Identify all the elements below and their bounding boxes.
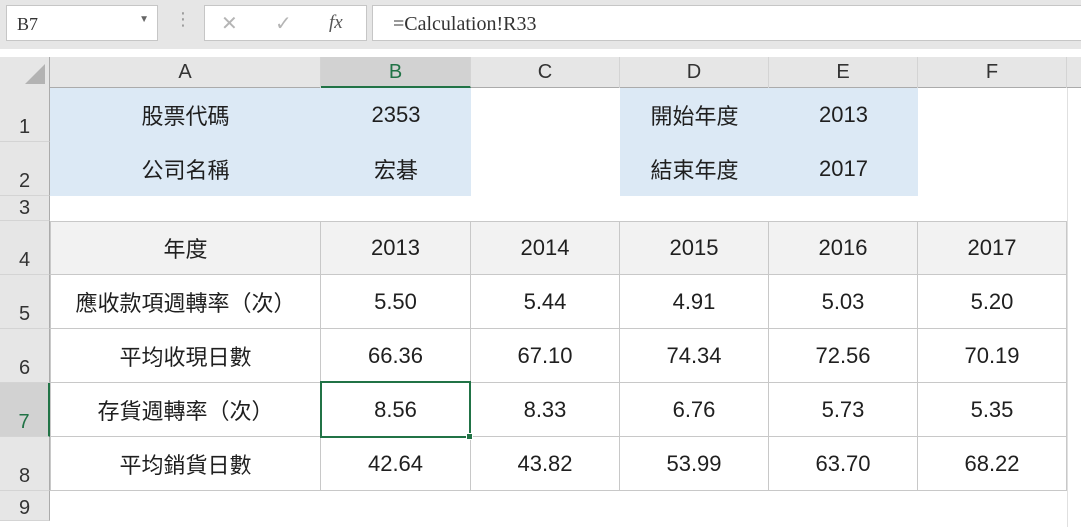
column-header-b[interactable]: B bbox=[321, 57, 471, 88]
table-cell[interactable]: 42.64 bbox=[321, 437, 471, 491]
name-box[interactable]: B7 ▼ bbox=[6, 5, 158, 41]
row-header-2[interactable]: 2 bbox=[0, 142, 50, 196]
formula-value: =Calculation!R33 bbox=[393, 13, 537, 35]
table-cell[interactable]: 74.34 bbox=[620, 329, 769, 383]
start-year-label[interactable]: 開始年度 bbox=[620, 88, 769, 142]
row-header-1[interactable]: 1 bbox=[0, 88, 50, 142]
cancel-icon[interactable]: ✕ bbox=[221, 11, 238, 36]
formula-buttons: ✕ ✓ fx bbox=[204, 5, 367, 41]
insert-function-icon[interactable]: fx bbox=[329, 12, 343, 34]
table-row-label[interactable]: 平均銷貨日數 bbox=[50, 437, 321, 491]
end-year-value[interactable]: 2017 bbox=[769, 142, 918, 196]
table-cell[interactable]: 43.82 bbox=[471, 437, 620, 491]
column-header-d[interactable]: D bbox=[620, 57, 769, 88]
column-header-g[interactable] bbox=[1067, 57, 1081, 88]
table-cell[interactable]: 5.20 bbox=[918, 275, 1067, 329]
table-cell[interactable]: 53.99 bbox=[620, 437, 769, 491]
more-options-icon: ⋮ bbox=[174, 9, 192, 29]
table-cell[interactable]: 67.10 bbox=[471, 329, 620, 383]
table-cell[interactable]: 5.73 bbox=[769, 383, 918, 437]
table-cell[interactable]: 4.91 bbox=[620, 275, 769, 329]
column-header-f[interactable]: F bbox=[918, 57, 1067, 88]
stock-code-label[interactable]: 股票代碼 bbox=[50, 88, 321, 142]
row-header-6[interactable]: 6 bbox=[0, 329, 50, 383]
table-header-year-2015[interactable]: 2015 bbox=[620, 221, 769, 275]
table-cell[interactable]: 72.56 bbox=[769, 329, 918, 383]
name-box-value: B7 bbox=[17, 14, 39, 34]
row-header-3[interactable]: 3 bbox=[0, 196, 50, 221]
gridline bbox=[1067, 88, 1068, 527]
table-header-year-header[interactable]: 年度 bbox=[50, 221, 321, 275]
table-cell[interactable]: 5.50 bbox=[321, 275, 471, 329]
row-header-8[interactable]: 8 bbox=[0, 437, 50, 491]
table-cell[interactable]: 8.33 bbox=[471, 383, 620, 437]
select-all-button[interactable] bbox=[0, 57, 50, 88]
table-row-label[interactable]: 應收款項週轉率（次） bbox=[50, 275, 321, 329]
table-cell[interactable]: 5.35 bbox=[918, 383, 1067, 437]
table-cell[interactable]: 5.44 bbox=[471, 275, 620, 329]
chevron-down-icon[interactable]: ▼ bbox=[139, 14, 149, 25]
table-header-year-2016[interactable]: 2016 bbox=[769, 221, 918, 275]
table-cell[interactable]: 66.36 bbox=[321, 329, 471, 383]
table-cell[interactable]: 63.70 bbox=[769, 437, 918, 491]
column-header-e[interactable]: E bbox=[769, 57, 918, 88]
column-header-c[interactable]: C bbox=[471, 57, 620, 88]
table-row-label[interactable]: 平均收現日數 bbox=[50, 329, 321, 383]
table-row-label[interactable]: 存貨週轉率（次） bbox=[50, 383, 321, 437]
table-header-year-2013[interactable]: 2013 bbox=[321, 221, 471, 275]
formula-input[interactable]: =Calculation!R33 bbox=[372, 5, 1081, 41]
enter-icon[interactable]: ✓ bbox=[275, 11, 292, 36]
company-label[interactable]: 公司名稱 bbox=[50, 142, 321, 196]
start-year-value[interactable]: 2013 bbox=[769, 88, 918, 142]
table-cell[interactable]: 6.76 bbox=[620, 383, 769, 437]
table-header-year-2014[interactable]: 2014 bbox=[471, 221, 620, 275]
fill-handle[interactable] bbox=[466, 433, 473, 440]
select-all-triangle-icon bbox=[25, 64, 45, 84]
stock-code-value[interactable]: 2353 bbox=[321, 88, 471, 142]
column-header-a[interactable]: A bbox=[50, 57, 321, 88]
row-header-4[interactable]: 4 bbox=[0, 221, 50, 275]
row-header-9[interactable]: 9 bbox=[0, 491, 50, 521]
end-year-label[interactable]: 結束年度 bbox=[620, 142, 769, 196]
company-value[interactable]: 宏碁 bbox=[321, 142, 471, 196]
table-cell[interactable]: 70.19 bbox=[918, 329, 1067, 383]
table-cell[interactable]: 68.22 bbox=[918, 437, 1067, 491]
active-cell-border bbox=[320, 381, 471, 438]
row-header-5[interactable]: 5 bbox=[0, 275, 50, 329]
row-header-7[interactable]: 7 bbox=[0, 383, 50, 437]
table-header-year-2017[interactable]: 2017 bbox=[918, 221, 1067, 275]
table-cell[interactable]: 5.03 bbox=[769, 275, 918, 329]
